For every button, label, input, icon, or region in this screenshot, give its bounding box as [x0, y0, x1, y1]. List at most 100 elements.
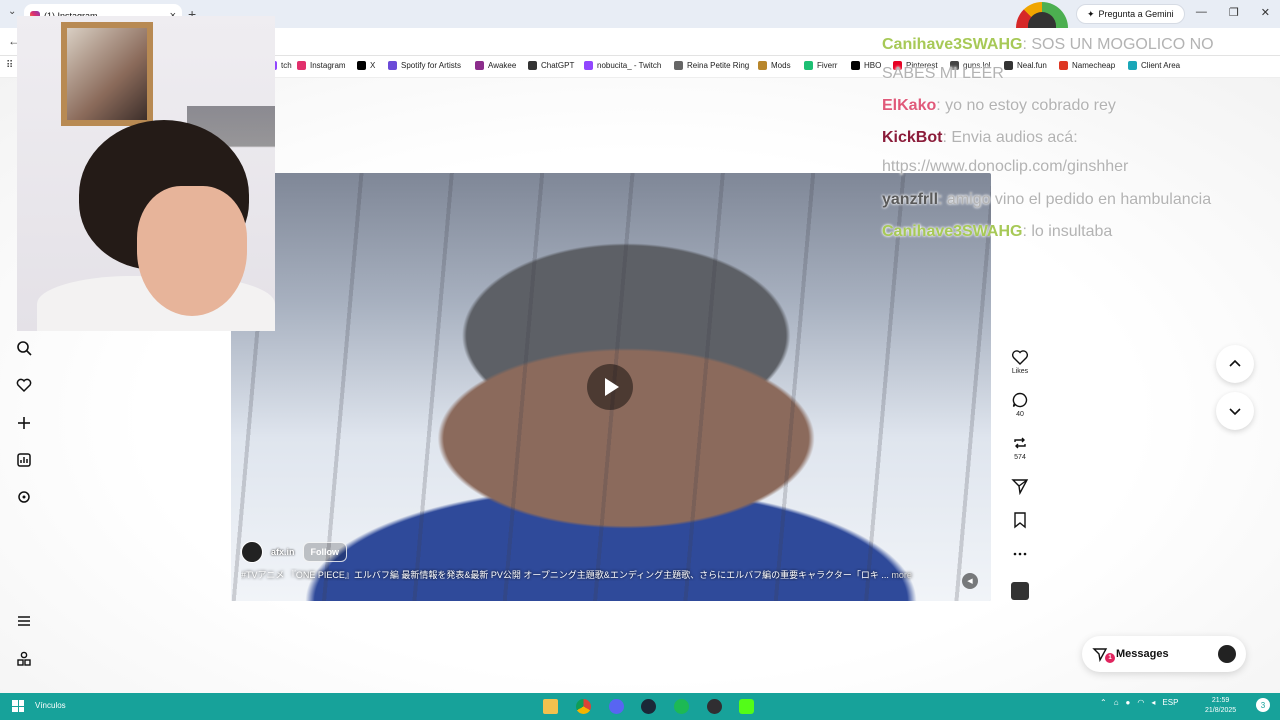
chevron-down-icon — [1229, 408, 1241, 416]
chat-text: : lo insultaba — [1022, 223, 1113, 240]
chat-message: yanzfrll: amigo vino el pedido en hambul… — [882, 191, 1211, 209]
chat-text: : Envia audios acá: — [942, 129, 1078, 146]
tab-search-icon[interactable]: ⌄ — [8, 6, 16, 17]
next-reel-button[interactable] — [1216, 392, 1254, 430]
author-name[interactable]: afx.in — [271, 547, 295, 557]
bookmark-favicon-icon — [528, 61, 537, 70]
caption-text: #TVアニメ 『ONE PIECE』エルバフ編 最新情報を発表&最新 PV公開 … — [241, 570, 889, 580]
comment-icon — [1012, 392, 1028, 408]
steam-icon[interactable] — [641, 699, 656, 714]
mute-icon[interactable]: ◀ — [962, 573, 978, 589]
stream-chat-overlay: Canihave3SWAHG: SOS UN MOGOLICO NO SABES … — [882, 2, 1278, 252]
follow-button[interactable]: Follow — [302, 542, 348, 562]
microphone-icon[interactable]: ● — [1126, 698, 1131, 707]
heart-icon[interactable] — [14, 375, 34, 395]
menu-icon[interactable] — [14, 611, 34, 631]
windows-start-icon[interactable] — [12, 700, 24, 712]
bookmark-item[interactable]: Spotify for Artists — [388, 61, 461, 70]
vinculos-toolbar[interactable]: Vínculos — [35, 701, 66, 710]
apps-grid-icon[interactable]: ⠿ — [6, 60, 13, 71]
create-plus-icon[interactable] — [14, 413, 34, 433]
share-action[interactable] — [1004, 477, 1036, 497]
comment-action[interactable]: 40 — [1004, 391, 1036, 418]
bookmark-item[interactable]: X — [357, 61, 375, 70]
play-icon[interactable] — [587, 364, 633, 410]
messages-avatar — [1218, 645, 1236, 663]
likes-label: Likes — [1011, 368, 1029, 375]
chat-message: Canihave3SWAHG: lo insultaba — [882, 223, 1112, 241]
ellipsis-icon — [1013, 552, 1027, 556]
send-icon — [1011, 479, 1029, 495]
network-icon[interactable]: ⌂ — [1114, 698, 1119, 707]
bookmark-label: tch — [281, 61, 292, 70]
bookmark-label: Spotify for Artists — [401, 61, 462, 70]
post-author: afx.in Follow — [241, 541, 348, 563]
file-explorer-icon[interactable] — [543, 699, 558, 714]
search-icon[interactable] — [14, 338, 34, 358]
repost-action[interactable]: 574 — [1004, 434, 1036, 461]
notification-count[interactable]: 3 — [1256, 698, 1270, 712]
bookmark-favicon-icon — [758, 61, 767, 70]
bookmark-favicon-icon — [357, 61, 366, 70]
taskbar-clock[interactable]: 21:59 21/8/2025 — [1205, 696, 1236, 716]
chrome-icon[interactable] — [576, 699, 591, 714]
author-avatar[interactable] — [241, 541, 263, 563]
bookmark-item[interactable]: Reina Petite Ring — [674, 61, 749, 70]
discord-icon[interactable] — [609, 699, 624, 714]
dashboard-icon[interactable] — [14, 450, 34, 470]
bookmark-label: Reina Petite Ring — [687, 61, 750, 70]
bookmark-item[interactable]: Fiverr — [804, 61, 837, 70]
threads-icon[interactable] — [14, 487, 34, 507]
previous-reel-button[interactable] — [1216, 345, 1254, 383]
more-apps-icon[interactable] — [14, 649, 34, 669]
tray-chevron-icon[interactable]: ⌃ — [1100, 698, 1107, 707]
streamer-face — [137, 186, 247, 316]
system-tray: ⌃ ⌂ ● ◠ ◂ ESP — [1100, 698, 1178, 707]
bookmark-label: HBO — [864, 61, 882, 70]
bookmark-label: nobucita_ - Twitch — [597, 61, 662, 70]
bookmark-label: ChatGPT — [541, 61, 575, 70]
messages-label: Messages — [1116, 648, 1169, 660]
volume-icon[interactable]: ◂ — [1151, 698, 1155, 707]
chat-message: Canihave3SWAHG: SOS UN MOGOLICO NO — [882, 36, 1214, 54]
spotify-icon[interactable] — [674, 699, 689, 714]
bookmark-label: Awakee — [488, 61, 517, 70]
streamer-webcam — [17, 16, 275, 331]
bookmark-label: Instagram — [310, 61, 346, 70]
kick-icon[interactable] — [739, 699, 754, 714]
bookmark-item[interactable]: ChatGPT — [528, 61, 574, 70]
bookmark-item[interactable]: Instagram — [297, 61, 346, 70]
chat-text: : yo no estoy cobrado rey — [936, 97, 1116, 114]
bookmark-item[interactable]: HBO — [851, 61, 881, 70]
obs-icon[interactable] — [707, 699, 722, 714]
bookmark-icon — [1014, 512, 1026, 529]
caption-more-link[interactable]: more — [891, 570, 912, 580]
bookmark-favicon-icon — [674, 61, 683, 70]
chat-text: SABES MI LEER — [882, 65, 1004, 82]
clock-time: 21:59 — [1211, 697, 1230, 704]
bookmark-item[interactable]: Mods — [758, 61, 791, 70]
more-options-action[interactable] — [1004, 545, 1036, 565]
bookmark-item[interactable]: Awakee — [475, 61, 516, 70]
save-action[interactable] — [1004, 511, 1036, 531]
audio-thumbnail[interactable] — [1011, 582, 1029, 600]
bookmark-favicon-icon — [475, 61, 484, 70]
language-indicator[interactable]: ESP — [1162, 698, 1178, 707]
chat-username: Canihave3SWAHG — [882, 36, 1023, 53]
bookmark-favicon-icon — [297, 61, 306, 70]
repost-icon — [1014, 437, 1026, 449]
clock-date: 21/8/2025 — [1205, 707, 1237, 714]
chat-message: ElKako: yo no estoy cobrado rey — [882, 97, 1116, 115]
reposts-count: 574 — [1014, 454, 1026, 461]
windows-taskbar: Vínculos ⌃ ⌂ ● ◠ ◂ ESP 21:59 21/8/2025 3 — [0, 693, 1280, 720]
like-action[interactable]: Likes — [1004, 348, 1036, 375]
chat-text: : SOS UN MOGOLICO NO — [1022, 36, 1214, 53]
comments-count: 40 — [1016, 411, 1024, 418]
chat-text: : amigo vino el pedido en hambulancia — [938, 191, 1212, 208]
chat-message: SABES MI LEER — [882, 65, 1004, 83]
bookmark-item[interactable]: nobucita_ - Twitch — [584, 61, 661, 70]
bookmark-favicon-icon — [851, 61, 860, 70]
wifi-icon[interactable]: ◠ — [1137, 698, 1144, 707]
messages-button[interactable]: 1 Messages — [1082, 636, 1246, 672]
wall-painting — [61, 22, 153, 126]
